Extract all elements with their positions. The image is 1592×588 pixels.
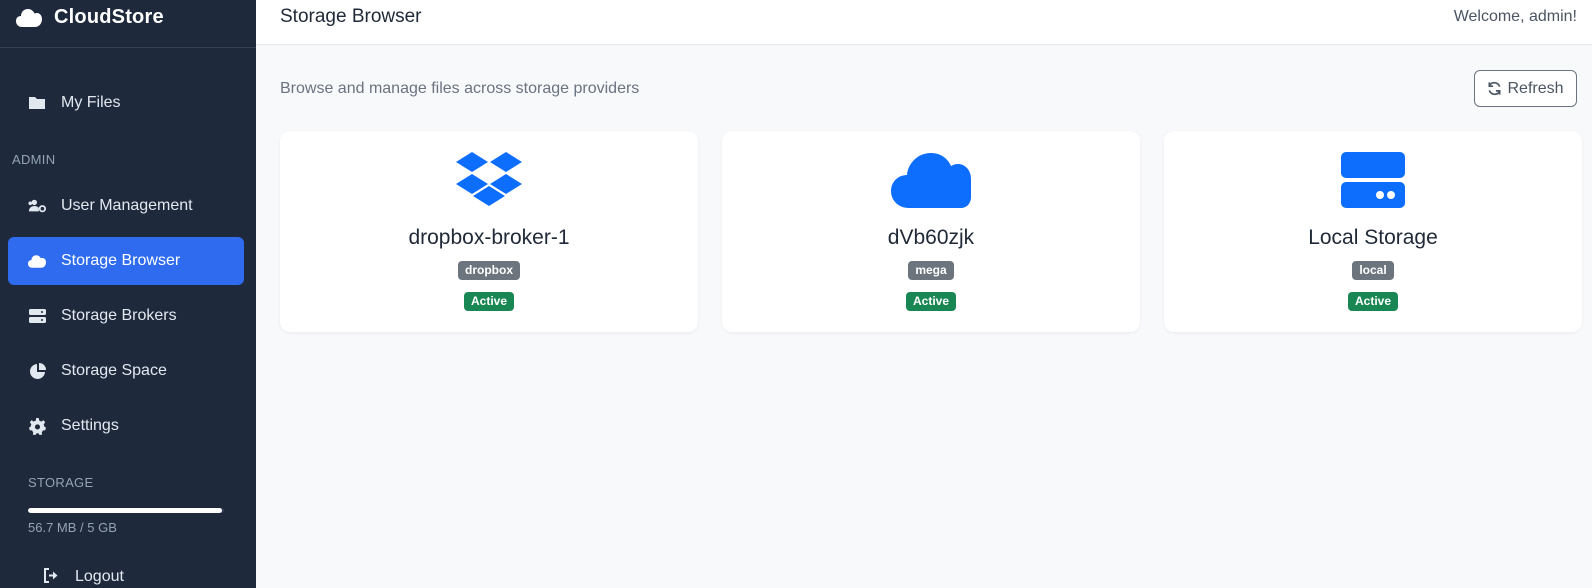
broker-card-local[interactable]: Local Storage local Active [1164,131,1582,332]
broker-name: dVb60zjk [887,226,975,249]
server-icon [1341,151,1405,208]
folder-icon [28,94,46,112]
sidebar-item-label: Storage Browser [61,252,181,269]
broker-card-grid: dropbox-broker-1 dropbox Active dVb60zjk… [280,131,1582,332]
gear-icon [28,417,46,435]
status-badge: Active [905,292,957,311]
broker-type-badge: local [1352,261,1394,280]
refresh-label: Refresh [1507,79,1564,97]
sign-out-icon [43,568,61,586]
refresh-button[interactable]: Refresh [1474,70,1577,107]
server-icon [28,307,46,325]
storage-progress-bar [28,508,224,513]
refresh-icon [1487,81,1502,96]
sidebar-item-label: My Files [61,94,121,111]
sidebar-item-storage-brokers[interactable]: Storage Brokers [8,292,244,340]
broker-type-badge: dropbox [458,261,520,280]
page-subtitle: Browse and manage files across storage p… [280,80,640,97]
page-title: Storage Browser [280,6,422,27]
cloud-icon [28,252,46,270]
storage-progress-fill [28,508,223,513]
storage-section-label: STORAGE [28,475,94,490]
top-bar: Storage Browser Welcome, admin! [256,0,1592,45]
sidebar-item-settings[interactable]: Settings [8,402,244,450]
sidebar-item-storage-browser[interactable]: Storage Browser [8,237,244,285]
dropbox-icon [456,151,522,208]
cloud-icon [891,151,971,208]
broker-card-dropbox[interactable]: dropbox-broker-1 dropbox Active [280,131,698,332]
sidebar-item-user-management[interactable]: User Management [8,182,244,230]
sidebar-item-label: Storage Space [61,362,167,379]
sidebar-item-label: Settings [61,417,119,434]
status-badge: Active [1347,292,1399,311]
sidebar-item-label: Storage Brokers [61,307,177,324]
users-cog-icon [28,197,46,215]
broker-name: Local Storage [1308,226,1438,249]
brand[interactable]: CloudStore [0,0,256,48]
status-badge: Active [463,292,515,311]
storage-usage-text: 56.7 MB / 5 GB [28,520,117,535]
broker-name: dropbox-broker-1 [408,226,570,249]
cloud-icon [16,8,42,28]
logout-label: Logout [75,568,124,585]
app-name: CloudStore [54,6,164,28]
pie-chart-icon [28,362,46,380]
sidebar: CloudStore My Files ADMIN User Managemen… [0,0,256,588]
sidebar-item-label: User Management [61,197,193,214]
main-content: Storage Browser Welcome, admin! Browse a… [256,0,1592,588]
sidebar-item-storage-space[interactable]: Storage Space [8,347,244,395]
logout-link[interactable]: Logout [43,568,124,586]
broker-type-badge: mega [908,261,954,280]
welcome-message: Welcome, admin! [1453,8,1577,25]
admin-section-label: ADMIN [12,152,56,167]
sidebar-item-my-files[interactable]: My Files [8,79,244,127]
broker-card-mega[interactable]: dVb60zjk mega Active [722,131,1140,332]
